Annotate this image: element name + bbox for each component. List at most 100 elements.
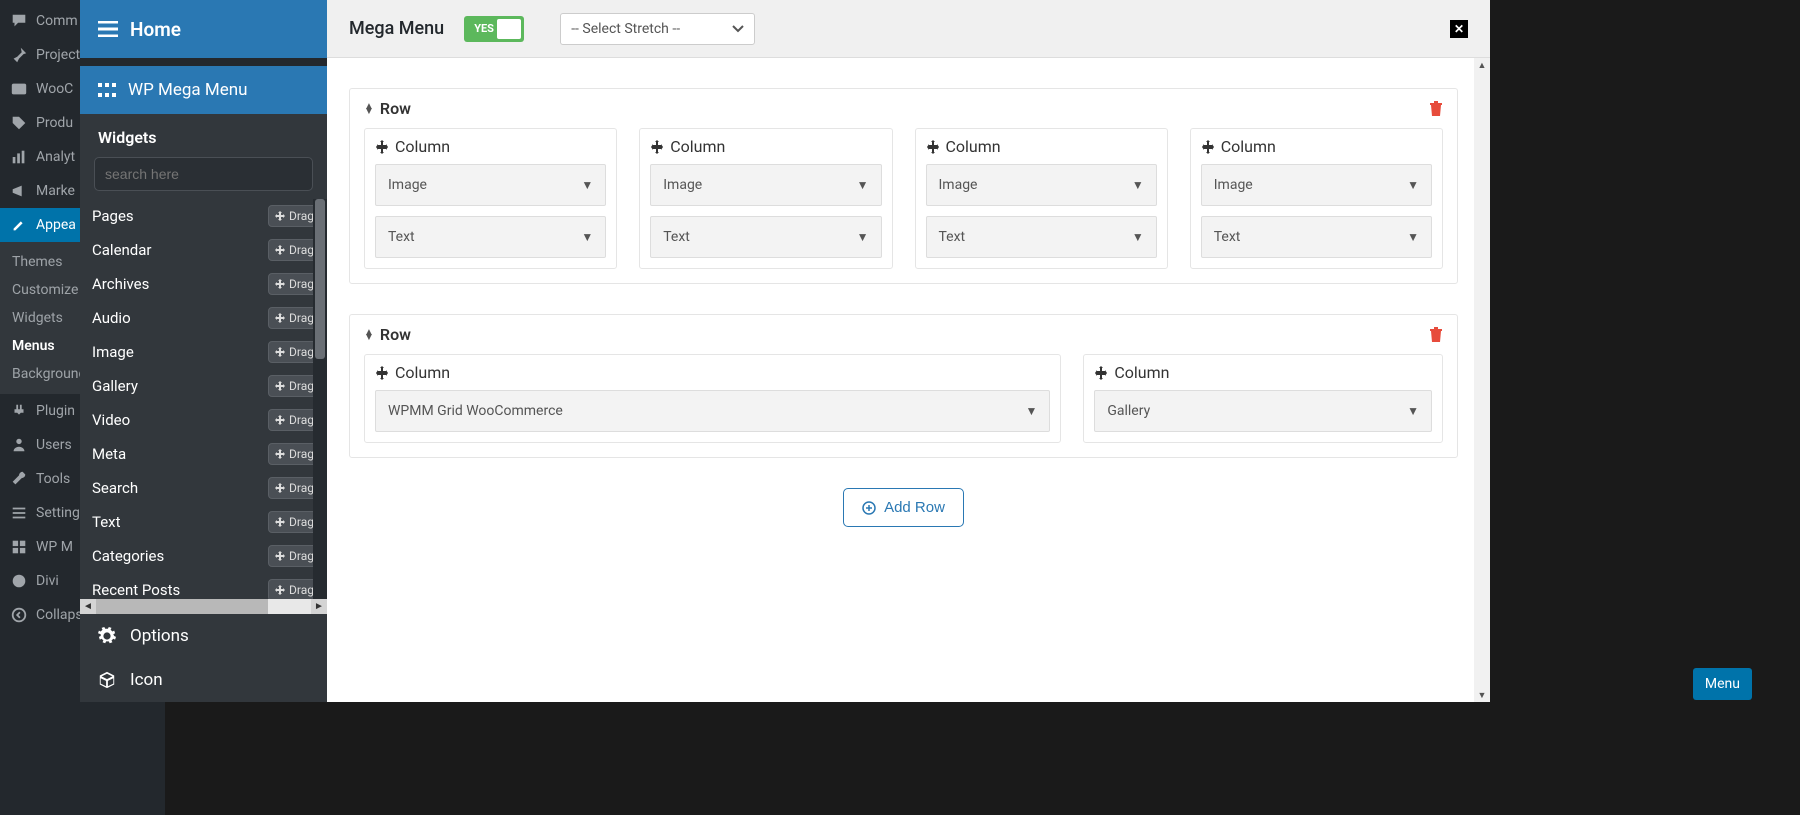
canvas-scroll-up[interactable]: ▲ (1474, 58, 1490, 72)
widget-item[interactable]: ArchivesDrag (80, 267, 327, 301)
delete-row-button[interactable] (1429, 327, 1443, 343)
placed-widget[interactable]: Gallery▼ (1094, 390, 1432, 432)
icon-button[interactable]: Icon (80, 658, 327, 702)
row-drag-handle[interactable]: ▲▼ Row (364, 325, 411, 344)
move-icon (1094, 366, 1108, 380)
widget-item[interactable]: CategoriesDrag (80, 539, 327, 573)
widget-item-label: Categories (92, 547, 164, 565)
column-block: Column Image▼ Text▼ (1190, 128, 1443, 269)
move-icon (275, 517, 285, 527)
column-block: Column Image▼ Text▼ (915, 128, 1168, 269)
row-label: Row (380, 99, 411, 118)
widget-item-label: Video (92, 411, 130, 429)
column-label: Column (395, 363, 450, 382)
move-icon (275, 585, 285, 595)
move-icon (926, 140, 940, 154)
column-drag-handle[interactable]: Column (926, 137, 1157, 156)
caret-down-icon: ▼ (581, 230, 593, 244)
widget-item[interactable]: ImageDrag (80, 335, 327, 369)
placed-widget[interactable]: Text▼ (650, 216, 881, 258)
chevron-down-icon (732, 25, 744, 33)
widget-item[interactable]: PagesDrag (80, 199, 327, 233)
move-icon (275, 313, 285, 323)
column-drag-handle[interactable]: Column (375, 137, 606, 156)
widget-item[interactable]: MetaDrag (80, 437, 327, 471)
hscroll-track[interactable] (96, 599, 311, 614)
column-drag-handle[interactable]: Column (1094, 363, 1432, 382)
scrollbar-thumb[interactable] (315, 199, 325, 359)
plug-icon (10, 402, 28, 420)
widget-item[interactable]: SearchDrag (80, 471, 327, 505)
widget-item[interactable]: TextDrag (80, 505, 327, 539)
column-drag-handle[interactable]: Column (1201, 137, 1432, 156)
add-row-button[interactable]: Add Row (843, 488, 964, 527)
placed-widget-label: WPMM Grid WooCommerce (388, 403, 563, 419)
column-block: Column Image▼ Text ▼ (364, 128, 617, 269)
mega-menu-toggle[interactable]: YES (464, 16, 524, 42)
canvas-scrollbar[interactable]: ▲ ▼ (1474, 58, 1490, 702)
home-button[interactable]: Home (80, 0, 327, 58)
placed-widget-label: Text (663, 229, 690, 245)
delete-row-button[interactable] (1429, 101, 1443, 117)
row-drag-handle[interactable]: ▲▼ Row (364, 99, 411, 118)
widget-list-scroll[interactable]: PagesDragCalendarDragArchivesDragAudioDr… (80, 199, 327, 599)
save-menu-button[interactable]: Menu (1693, 668, 1752, 700)
move-icon (275, 347, 285, 357)
placed-widget-label: Image (939, 177, 978, 193)
column-drag-handle[interactable]: Column (650, 137, 881, 156)
widget-search-input[interactable] (94, 157, 313, 191)
hscroll-right-arrow[interactable]: ► (311, 599, 327, 614)
widget-list-scrollbar[interactable] (313, 199, 327, 599)
widget-item[interactable]: AudioDrag (80, 301, 327, 335)
move-icon (275, 381, 285, 391)
tag-icon (10, 114, 28, 132)
grid-icon (98, 83, 116, 97)
bars-icon (10, 148, 28, 166)
column-label: Column (670, 137, 725, 156)
sort-icon: ▲▼ (364, 330, 374, 340)
placed-widget[interactable]: Text▼ (926, 216, 1157, 258)
column-block: Column Gallery▼ (1083, 354, 1443, 443)
canvas-scroll-down[interactable]: ▼ (1474, 688, 1490, 702)
column-drag-handle[interactable]: Column (375, 363, 1050, 382)
widget-item[interactable]: GalleryDrag (80, 369, 327, 403)
placed-widget-label: Image (663, 177, 702, 193)
placed-widget[interactable]: Image▼ (375, 164, 606, 206)
mega-menu-modal: Home WP Mega Menu Widgets PagesDragCalen… (80, 0, 1490, 702)
widget-item[interactable]: VideoDrag (80, 403, 327, 437)
modal-main: Mega Menu YES -- Select Stretch -- ✕ ▲▼ … (327, 0, 1490, 702)
move-icon (650, 140, 664, 154)
stretch-select[interactable]: -- Select Stretch -- (560, 13, 755, 45)
hscroll-left-arrow[interactable]: ◄ (80, 599, 96, 614)
wp-mega-menu-label: WP Mega Menu (128, 80, 248, 100)
options-button[interactable]: Options (80, 614, 327, 658)
sort-icon: ▲▼ (364, 104, 374, 114)
widget-item-label: Recent Posts (92, 581, 180, 599)
placed-widget[interactable]: Image ▼ (650, 164, 881, 206)
placed-widget[interactable]: Image▼ (1201, 164, 1432, 206)
woo-icon (10, 80, 28, 98)
caret-down-icon: ▼ (857, 178, 869, 192)
move-icon (275, 551, 285, 561)
placed-widget[interactable]: Image▼ (926, 164, 1157, 206)
close-button[interactable]: ✕ (1450, 20, 1468, 38)
move-icon (275, 211, 285, 221)
caret-down-icon: ▼ (1407, 230, 1419, 244)
placed-widget[interactable]: Text ▼ (375, 216, 606, 258)
pin-icon (10, 46, 28, 64)
stretch-select-value: -- Select Stretch -- (571, 21, 680, 37)
widget-item[interactable]: CalendarDrag (80, 233, 327, 267)
widget-item[interactable]: Recent PostsDrag (80, 573, 327, 599)
placed-widget[interactable]: Text▼ (1201, 216, 1432, 258)
caret-down-icon: ▼ (581, 178, 593, 192)
widget-list-hscroll[interactable]: ◄ ► (80, 599, 327, 614)
column-label: Column (1114, 363, 1169, 382)
move-icon (275, 449, 285, 459)
hscroll-thumb[interactable] (96, 599, 268, 614)
placed-widget-label: Text (388, 229, 415, 245)
wp-mega-menu-tab[interactable]: WP Mega Menu (80, 66, 327, 114)
move-icon (275, 483, 285, 493)
column-label: Column (1221, 137, 1276, 156)
collapse-icon (10, 606, 28, 624)
placed-widget[interactable]: WPMM Grid WooCommerce▼ (375, 390, 1050, 432)
